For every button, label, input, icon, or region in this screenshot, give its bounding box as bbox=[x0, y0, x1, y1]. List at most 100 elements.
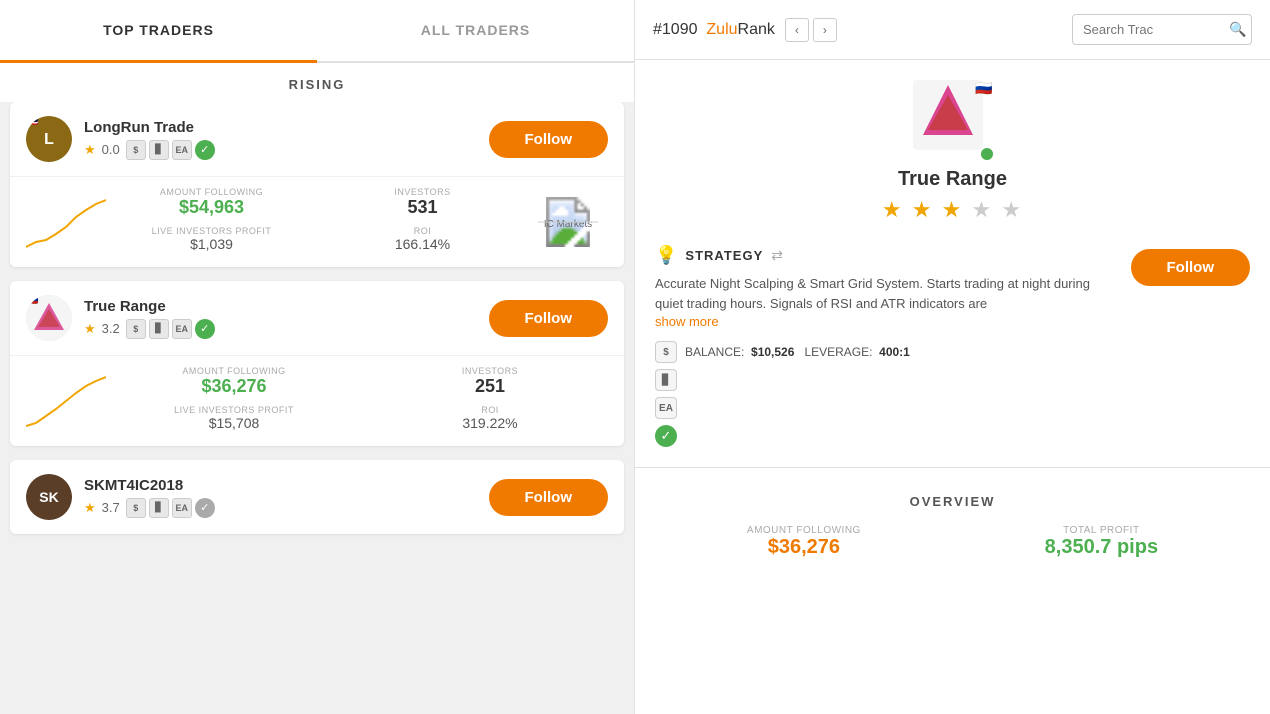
overview-total-profit-label: TOTAL PROFIT bbox=[1045, 525, 1158, 536]
balance-label: BALANCE: bbox=[685, 345, 744, 359]
ea-badge-icon: EA bbox=[655, 397, 677, 419]
badge-dollar-truerange: $ bbox=[126, 319, 146, 339]
leverage-label: LEVERAGE: bbox=[804, 345, 872, 359]
badge-dollar-skmt: $ bbox=[126, 498, 146, 518]
verified-badge-row: ✓ bbox=[655, 425, 1250, 447]
tab-top-traders[interactable]: TOP TRADERS bbox=[0, 0, 317, 63]
strategy-lightbulb-icon: 💡 bbox=[655, 245, 677, 266]
rank-next-button[interactable]: › bbox=[813, 18, 837, 42]
follow-button-truerange[interactable]: Follow bbox=[489, 300, 609, 337]
follow-button-longrun[interactable]: Follow bbox=[489, 121, 609, 158]
investors-label-longrun: INVESTORS bbox=[327, 187, 518, 197]
live-investors-label-truerange: LIVE INVESTORS PROFIT bbox=[116, 405, 352, 415]
trader-card-truerange: 🇷🇺 True Range ★ 3.2 $ ▊ bbox=[10, 281, 624, 446]
roi-label-truerange: ROI bbox=[372, 405, 608, 415]
strategy-header: 💡 STRATEGY ⇄ bbox=[655, 245, 1115, 266]
overview-stats: AMOUNT FOLLOWING $36,276 TOTAL PROFIT 8,… bbox=[655, 525, 1250, 559]
star-empty-2: ★ bbox=[1001, 197, 1023, 222]
tab-all-traders[interactable]: ALL TRADERS bbox=[317, 0, 634, 61]
rank-navigation: ‹ › bbox=[785, 18, 837, 42]
badge-verified-skmt: ✓ bbox=[195, 498, 215, 518]
trader-rating-longrun: ★ 0.0 $ ▊ EA ✓ bbox=[84, 140, 477, 160]
right-header: #1090 ZuluRank ‹ › 🔍 bbox=[635, 0, 1270, 60]
amount-following-value-longrun: $54,963 bbox=[116, 197, 307, 218]
avatar-longrun: 🇹🇭 L bbox=[26, 116, 72, 162]
traders-list: 🇹🇭 L LongRun Trade ★ 0.0 $ ▊ EA bbox=[0, 102, 634, 714]
overview-title: OVERVIEW bbox=[655, 494, 1250, 509]
strategy-badges-section: $ BALANCE: $10,526 LEVERAGE: 400:1 ▊ EA … bbox=[635, 331, 1270, 457]
trader-card-longrun: 🇹🇭 L LongRun Trade ★ 0.0 $ ▊ EA bbox=[10, 102, 624, 267]
amount-following-label-longrun: AMOUNT FOLLOWING bbox=[116, 187, 307, 197]
badge-bar-truerange: ▊ bbox=[149, 319, 169, 339]
chart-longrun bbox=[26, 187, 106, 257]
avatar-truerange: 🇷🇺 bbox=[26, 295, 72, 341]
live-investors-label-longrun: LIVE INVESTORS PROFIT bbox=[116, 226, 307, 236]
right-panel: #1090 ZuluRank ‹ › 🔍 🇷🇺 True Range ★ ★ bbox=[635, 0, 1270, 714]
live-investors-value-longrun: $1,039 bbox=[116, 236, 307, 252]
star-icon-longrun: ★ bbox=[84, 142, 96, 158]
star-icon-truerange: ★ bbox=[84, 321, 96, 337]
overview-amount-following: AMOUNT FOLLOWING $36,276 bbox=[747, 525, 861, 559]
profile-name: True Range bbox=[898, 168, 1007, 191]
tabs-container: TOP TRADERS ALL TRADERS bbox=[0, 0, 634, 63]
rating-value-skmt: 3.7 bbox=[102, 500, 120, 515]
badges-longrun: $ ▊ EA ✓ bbox=[126, 140, 215, 160]
strategy-label: STRATEGY bbox=[685, 248, 763, 263]
star-icon-skmt: ★ bbox=[84, 500, 96, 516]
trader-name-longrun: LongRun Trade bbox=[84, 119, 477, 136]
svg-text:IC Markets: IC Markets bbox=[544, 219, 592, 230]
rating-value-longrun: 0.0 bbox=[102, 142, 120, 157]
follow-button-skmt[interactable]: Follow bbox=[489, 479, 609, 516]
roi-value-longrun: 166.14% bbox=[327, 236, 518, 252]
profile-logo-area: 🇷🇺 bbox=[913, 80, 993, 160]
profile-flag: 🇷🇺 bbox=[975, 80, 992, 97]
stats-grid-truerange: AMOUNT FOLLOWING $36,276 INVESTORS 251 L… bbox=[116, 366, 608, 436]
rank-prev-button[interactable]: ‹ bbox=[785, 18, 809, 42]
profile-stars: ★ ★ ★ ★ ★ bbox=[882, 197, 1023, 223]
strategy-description: Accurate Night Scalping & Smart Grid Sys… bbox=[655, 274, 1115, 313]
badge-bar-skmt: ▊ bbox=[149, 498, 169, 518]
overview-amount-following-value: $36,276 bbox=[747, 536, 861, 559]
star-filled-3: ★ bbox=[942, 197, 964, 222]
roi-value-truerange: 319.22% bbox=[372, 415, 608, 431]
trader-card-skmt: SK SKMT4IC2018 ★ 3.7 $ ▊ EA ✓ bbox=[10, 460, 624, 534]
strategy-follow-row: 💡 STRATEGY ⇄ Accurate Night Scalping & S… bbox=[635, 245, 1270, 331]
badge-ea-longrun: EA bbox=[172, 140, 192, 160]
badge-verified-longrun: ✓ bbox=[195, 140, 215, 160]
leverage-value: 400:1 bbox=[879, 345, 910, 359]
avatar-skmt: SK bbox=[26, 474, 72, 520]
trader-info-truerange: True Range ★ 3.2 $ ▊ EA ✓ bbox=[84, 298, 477, 339]
roi-label-longrun: ROI bbox=[327, 226, 518, 236]
trader-stats-longrun: AMOUNT FOLLOWING $54,963 INVESTORS 531 L… bbox=[10, 176, 624, 267]
star-empty-1: ★ bbox=[971, 197, 993, 222]
trader-name-skmt: SKMT4IC2018 bbox=[84, 477, 477, 494]
trader-header-truerange: 🇷🇺 True Range ★ 3.2 $ ▊ bbox=[10, 281, 624, 355]
search-input[interactable] bbox=[1083, 22, 1223, 37]
rank-zulu-text: Zulu bbox=[706, 21, 737, 38]
divider bbox=[635, 467, 1270, 468]
overview-section: OVERVIEW AMOUNT FOLLOWING $36,276 TOTAL … bbox=[635, 478, 1270, 575]
rank-rank-text: Rank bbox=[738, 21, 775, 38]
badge-ea-skmt: EA bbox=[172, 498, 192, 518]
trader-profile-section: 🇷🇺 True Range ★ ★ ★ ★ ★ bbox=[635, 60, 1270, 245]
trader-rating-truerange: ★ 3.2 $ ▊ EA ✓ bbox=[84, 319, 477, 339]
strategy-content: 💡 STRATEGY ⇄ Accurate Night Scalping & S… bbox=[655, 245, 1115, 331]
svg-text:SK: SK bbox=[39, 489, 58, 505]
balance-value: $10,526 bbox=[751, 345, 794, 359]
bar-badge-icon: ▊ bbox=[655, 369, 677, 391]
right-follow-button[interactable]: Follow bbox=[1131, 249, 1251, 286]
star-filled-1: ★ bbox=[882, 197, 904, 222]
trader-name-truerange: True Range bbox=[84, 298, 477, 315]
live-investors-value-truerange: $15,708 bbox=[116, 415, 352, 431]
investors-value-truerange: 251 bbox=[372, 376, 608, 397]
trader-header-longrun: 🇹🇭 L LongRun Trade ★ 0.0 $ ▊ EA bbox=[10, 102, 624, 176]
badge-bar-longrun: ▊ bbox=[149, 140, 169, 160]
svg-text:L: L bbox=[44, 131, 54, 148]
show-more-link[interactable]: show more bbox=[655, 314, 719, 329]
rating-value-truerange: 3.2 bbox=[102, 321, 120, 336]
trader-rating-skmt: ★ 3.7 $ ▊ EA ✓ bbox=[84, 498, 477, 518]
profile-logo-svg bbox=[913, 80, 983, 150]
overview-amount-following-label: AMOUNT FOLLOWING bbox=[747, 525, 861, 536]
investors-value-longrun: 531 bbox=[327, 197, 518, 218]
amount-following-value-truerange: $36,276 bbox=[116, 376, 352, 397]
